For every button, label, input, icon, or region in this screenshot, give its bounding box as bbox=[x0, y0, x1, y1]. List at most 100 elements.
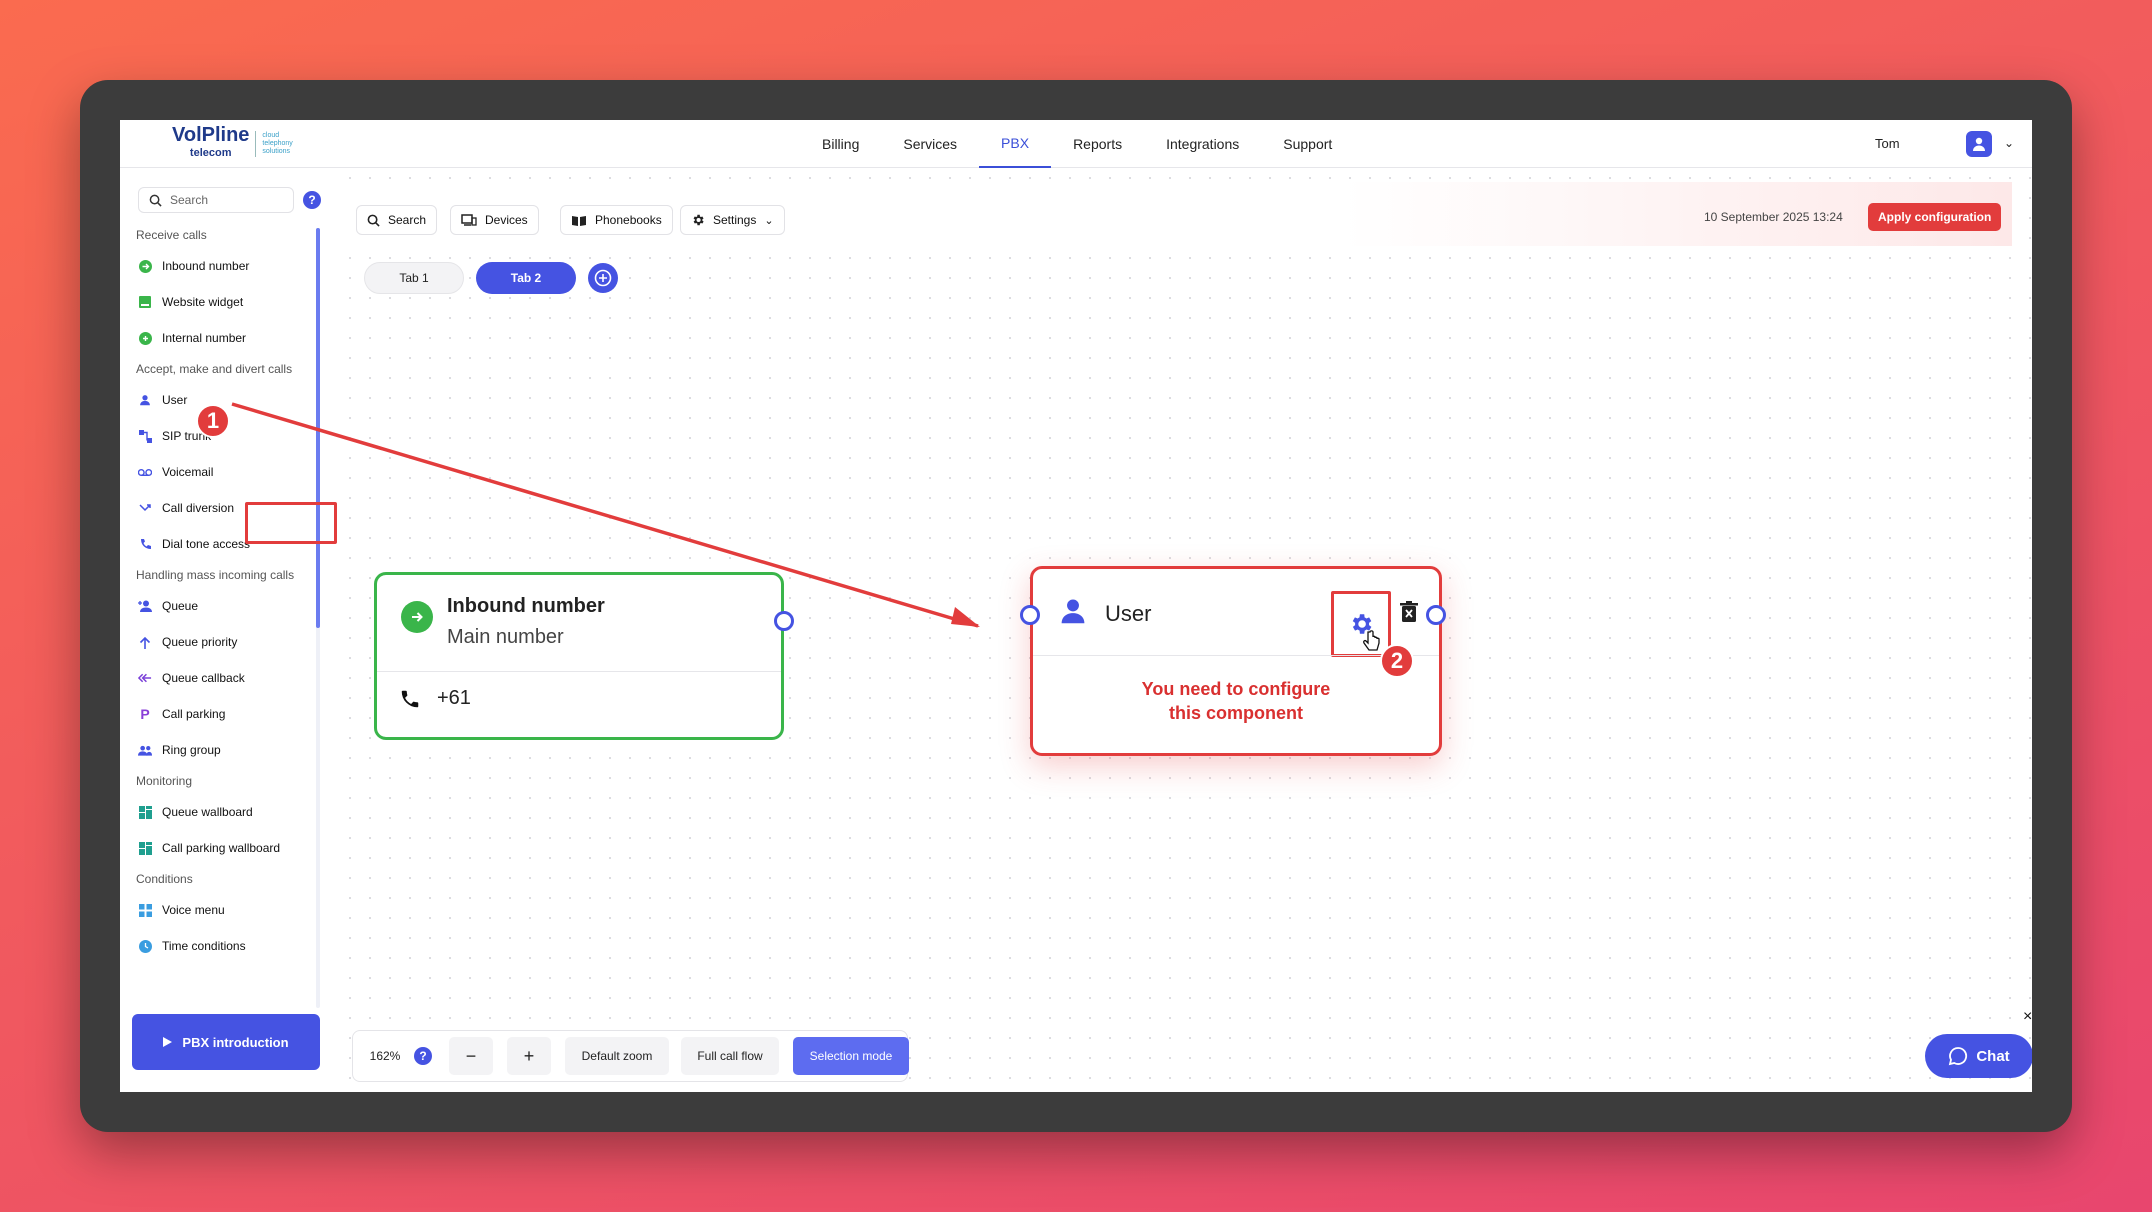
sidebar-item-label: Time conditions bbox=[162, 939, 246, 953]
settings-dropdown[interactable]: Settings ⌄ bbox=[680, 205, 785, 235]
sidebar-item-voice-menu[interactable]: Voice menu bbox=[120, 892, 320, 928]
search-placeholder: Search bbox=[170, 193, 209, 207]
phonebooks-button-label: Phonebooks bbox=[595, 213, 662, 227]
zoom-out-button[interactable]: − bbox=[449, 1037, 493, 1075]
nav-reports[interactable]: Reports bbox=[1051, 120, 1144, 168]
settings-label: Settings bbox=[713, 213, 757, 227]
add-tab-button[interactable] bbox=[588, 263, 618, 293]
tab-2[interactable]: Tab 2 bbox=[476, 262, 576, 294]
sidebar-item-label: Voicemail bbox=[162, 465, 214, 479]
section-conditions: Conditions bbox=[136, 872, 193, 886]
nav-pbx[interactable]: PBX bbox=[979, 120, 1052, 168]
sidebar-item-queue-priority[interactable]: Queue priority bbox=[120, 624, 320, 660]
chevron-down-icon: ⌄ bbox=[764, 214, 774, 227]
output-port[interactable] bbox=[774, 611, 794, 631]
sidebar-item-label: Queue bbox=[162, 599, 199, 613]
sidebar-item-queue-wallboard[interactable]: Queue wallboard bbox=[120, 794, 320, 830]
top-navigation: VolPline telecom cloud telephony solution… bbox=[120, 120, 2032, 168]
user-icon bbox=[1059, 597, 1087, 630]
sidebar-search-input[interactable]: Search bbox=[138, 187, 294, 213]
configure-node-button[interactable] bbox=[1331, 591, 1391, 657]
sidebar-list: Receive calls Inbound number Website wid… bbox=[120, 222, 320, 964]
green-circle-icon bbox=[138, 331, 152, 345]
call-diversion-icon bbox=[138, 501, 152, 515]
green-circle-arrow-icon bbox=[138, 259, 152, 273]
sidebar-help-icon[interactable]: ? bbox=[303, 191, 321, 209]
pbx-introduction-button[interactable]: PBX introduction bbox=[132, 1014, 320, 1070]
tab-1[interactable]: Tab 1 bbox=[364, 262, 464, 294]
close-icon[interactable]: × bbox=[2023, 1008, 2032, 1026]
user-icon bbox=[138, 393, 152, 407]
sidebar-item-queue-callback[interactable]: Queue callback bbox=[120, 660, 320, 696]
phonebooks-button[interactable]: Phonebooks bbox=[560, 205, 673, 235]
sidebar-item-ring-group[interactable]: Ring group bbox=[120, 732, 320, 768]
zoom-in-button[interactable]: + bbox=[507, 1037, 551, 1075]
apply-configuration-button[interactable]: Apply configuration bbox=[1868, 203, 2002, 231]
devices-icon bbox=[461, 214, 477, 226]
phone-number: +61 bbox=[437, 687, 471, 709]
section-mass-incoming: Handling mass incoming calls bbox=[136, 568, 295, 582]
sidebar-item-queue[interactable]: Queue bbox=[120, 588, 320, 624]
sidebar-item-call-parking[interactable]: P Call parking bbox=[120, 696, 320, 732]
sidebar-item-inbound-number[interactable]: Inbound number bbox=[120, 248, 320, 284]
logo-brand: VolPline telecom bbox=[172, 124, 250, 159]
green-circle-arrow-icon bbox=[401, 601, 433, 633]
logo[interactable]: VolPline telecom cloud telephony solution… bbox=[172, 124, 293, 162]
input-port[interactable] bbox=[1020, 605, 1040, 625]
nav-support[interactable]: Support bbox=[1261, 120, 1354, 168]
sidebar-item-time-conditions[interactable]: Time conditions bbox=[120, 928, 320, 964]
sidebar-item-voicemail[interactable]: Voicemail bbox=[120, 454, 320, 490]
sidebar-item-label: Call parking bbox=[162, 707, 226, 721]
node-title: Inbound number bbox=[447, 595, 605, 617]
app-window: VolPline telecom cloud telephony solution… bbox=[120, 120, 2032, 1092]
zoom-toolbar: 162% ? − + Default zoom Full call flow S… bbox=[352, 1030, 909, 1082]
clock-icon bbox=[138, 939, 152, 953]
sidebar-item-label: Website widget bbox=[162, 295, 244, 309]
wallboard-icon bbox=[138, 805, 152, 819]
user-name[interactable]: Tom bbox=[1875, 136, 1900, 151]
canvas-search-button[interactable]: Search bbox=[356, 205, 438, 235]
chat-button[interactable]: Chat bbox=[1925, 1034, 2032, 1078]
sidebar-item-label: Queue wallboard bbox=[162, 805, 253, 819]
call-flow-canvas[interactable]: Search Devices Phonebooks Settings ⌄ 10 … bbox=[340, 168, 2032, 1092]
delete-node-button[interactable] bbox=[1399, 601, 1419, 628]
zoom-level: 162% bbox=[369, 1049, 401, 1063]
sidebar-item-label: Internal number bbox=[162, 331, 247, 345]
sip-trunk-icon bbox=[138, 429, 152, 443]
parking-icon: P bbox=[140, 706, 150, 722]
nav-integrations[interactable]: Integrations bbox=[1144, 120, 1261, 168]
logo-tagline: cloud telephony solutions bbox=[262, 132, 293, 155]
configuration-warning: You need to configure this component bbox=[1141, 679, 1331, 723]
zoom-help[interactable]: ? bbox=[409, 1037, 437, 1075]
logo-separator bbox=[255, 131, 257, 157]
selection-mode-button[interactable]: Selection mode bbox=[793, 1037, 909, 1075]
full-call-flow-button[interactable]: Full call flow bbox=[681, 1037, 779, 1075]
chevron-down-icon[interactable]: ⌄ bbox=[2004, 136, 2014, 150]
output-port[interactable] bbox=[1426, 605, 1446, 625]
search-icon bbox=[367, 214, 380, 227]
gear-icon bbox=[693, 214, 704, 226]
wallboard-icon bbox=[138, 841, 152, 855]
phone-icon bbox=[401, 690, 419, 707]
step-badge-1: 1 bbox=[196, 404, 230, 438]
section-monitoring: Monitoring bbox=[136, 774, 193, 788]
section-receive-calls: Receive calls bbox=[136, 228, 207, 242]
chat-bubble-icon bbox=[1949, 1047, 1968, 1066]
avatar[interactable] bbox=[1966, 131, 1992, 157]
callback-icon bbox=[138, 671, 152, 685]
devices-button[interactable]: Devices bbox=[450, 205, 539, 235]
sidebar-item-website-widget[interactable]: Website widget bbox=[120, 284, 320, 320]
inbound-number-node[interactable]: Inbound number Main number +61 bbox=[374, 572, 794, 740]
help-icon: ? bbox=[414, 1047, 432, 1065]
default-zoom-button[interactable]: Default zoom bbox=[565, 1037, 669, 1075]
nav-billing[interactable]: Billing bbox=[800, 120, 881, 168]
step-badge-2: 2 bbox=[1380, 644, 1414, 678]
sidebar-item-call-parking-wallboard[interactable]: Call parking wallboard bbox=[120, 830, 320, 866]
inbound-node-header: Inbound number Main number bbox=[401, 595, 605, 649]
trash-icon bbox=[1400, 601, 1418, 622]
section-accept-make-divert: Accept, make and divert calls bbox=[136, 362, 293, 376]
sidebar-item-internal-number[interactable]: Internal number bbox=[120, 320, 320, 356]
arrow-up-icon bbox=[138, 635, 152, 649]
cursor-hand-icon bbox=[1363, 630, 1380, 651]
nav-services[interactable]: Services bbox=[881, 120, 979, 168]
